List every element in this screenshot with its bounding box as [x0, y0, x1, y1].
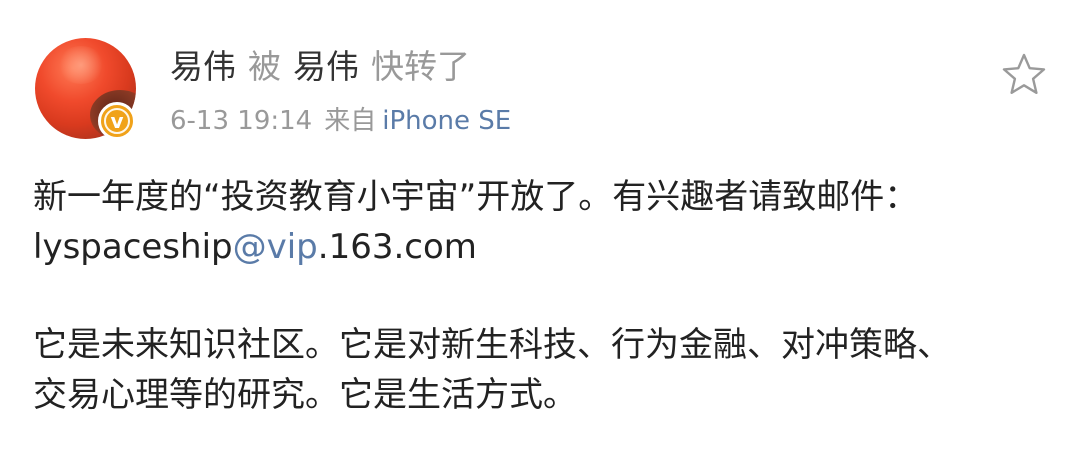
post-timestamp: 6-13 19:14 [170, 106, 313, 136]
post-meta: 6-13 19:14 来自 iPhone SE [170, 102, 511, 140]
vip-badge-ring [104, 108, 130, 134]
body-line-3: 它是未来知识社区。它是对新生科技、行为金融、对冲策略、 [33, 325, 951, 365]
email-line: lyspaceship@vip.163.com [33, 222, 1043, 272]
avatar-highlight [57, 46, 105, 84]
email-mention-link[interactable]: @vip [233, 227, 318, 267]
reposter-name[interactable]: 易伟 [293, 47, 359, 86]
email-user: lyspaceship [33, 227, 233, 267]
source-prefix: 来自 [324, 106, 377, 136]
email-domain: .163.com [317, 227, 477, 267]
star-icon[interactable] [1001, 52, 1047, 96]
post-body: 新一年度的“投资教育小宇宙”开放了。有兴趣者请致邮件： lyspaceship@… [33, 172, 1043, 420]
body-line-4: 交易心理等的研究。它是生活方式。 [33, 375, 577, 415]
repost-card: v 易伟被易伟 快转了 6-13 19:14 来自 iPhone SE 新一年度的“投… [0, 0, 1080, 456]
author-name[interactable]: 易伟 [170, 47, 236, 86]
repost-header: 易伟被易伟 快转了 [170, 44, 470, 90]
repost-action: 快转了 [371, 47, 470, 86]
via-word: 被 [248, 47, 281, 86]
vip-badge-icon: v [98, 102, 136, 140]
source-device-link[interactable]: iPhone SE [382, 106, 511, 136]
body-line-1: 新一年度的“投资教育小宇宙”开放了。有兴趣者请致邮件： [33, 177, 919, 217]
